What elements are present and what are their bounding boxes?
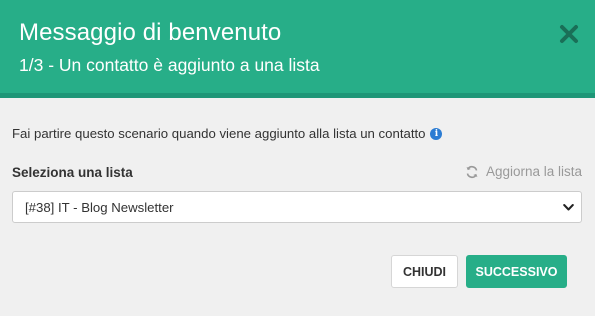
modal-header: Messaggio di benvenuto 1/3 - Un contatto… (0, 0, 595, 93)
refresh-icon (466, 165, 478, 178)
list-select[interactable]: [#38] IT - Blog Newsletter (12, 191, 582, 223)
refresh-list-label: Aggiorna la lista (485, 164, 582, 179)
modal-subtitle: 1/3 - Un contatto è aggiunto a una lista (19, 55, 320, 75)
modal-body: Fai partire questo scenario quando viene… (0, 98, 595, 316)
close-icon (560, 25, 578, 43)
refresh-list-link[interactable]: Aggiorna la lista (465, 164, 582, 179)
select-list-label: Seleziona una lista (12, 165, 133, 180)
scenario-description: Fai partire questo scenario quando viene… (12, 126, 443, 141)
modal-title: Messaggio di benvenuto (19, 19, 282, 46)
chevron-down-icon (563, 203, 574, 212)
list-select-value: [#38] IT - Blog Newsletter (25, 200, 174, 215)
scenario-description-text: Fai partire questo scenario quando viene… (12, 126, 426, 141)
welcome-message-modal: Messaggio di benvenuto 1/3 - Un contatto… (0, 0, 595, 316)
close-button[interactable]: CHIUDI (391, 255, 458, 288)
next-button[interactable]: SUCCESSIVO (466, 255, 567, 288)
close-modal-button[interactable] (557, 22, 581, 46)
info-icon[interactable]: i (430, 127, 443, 140)
